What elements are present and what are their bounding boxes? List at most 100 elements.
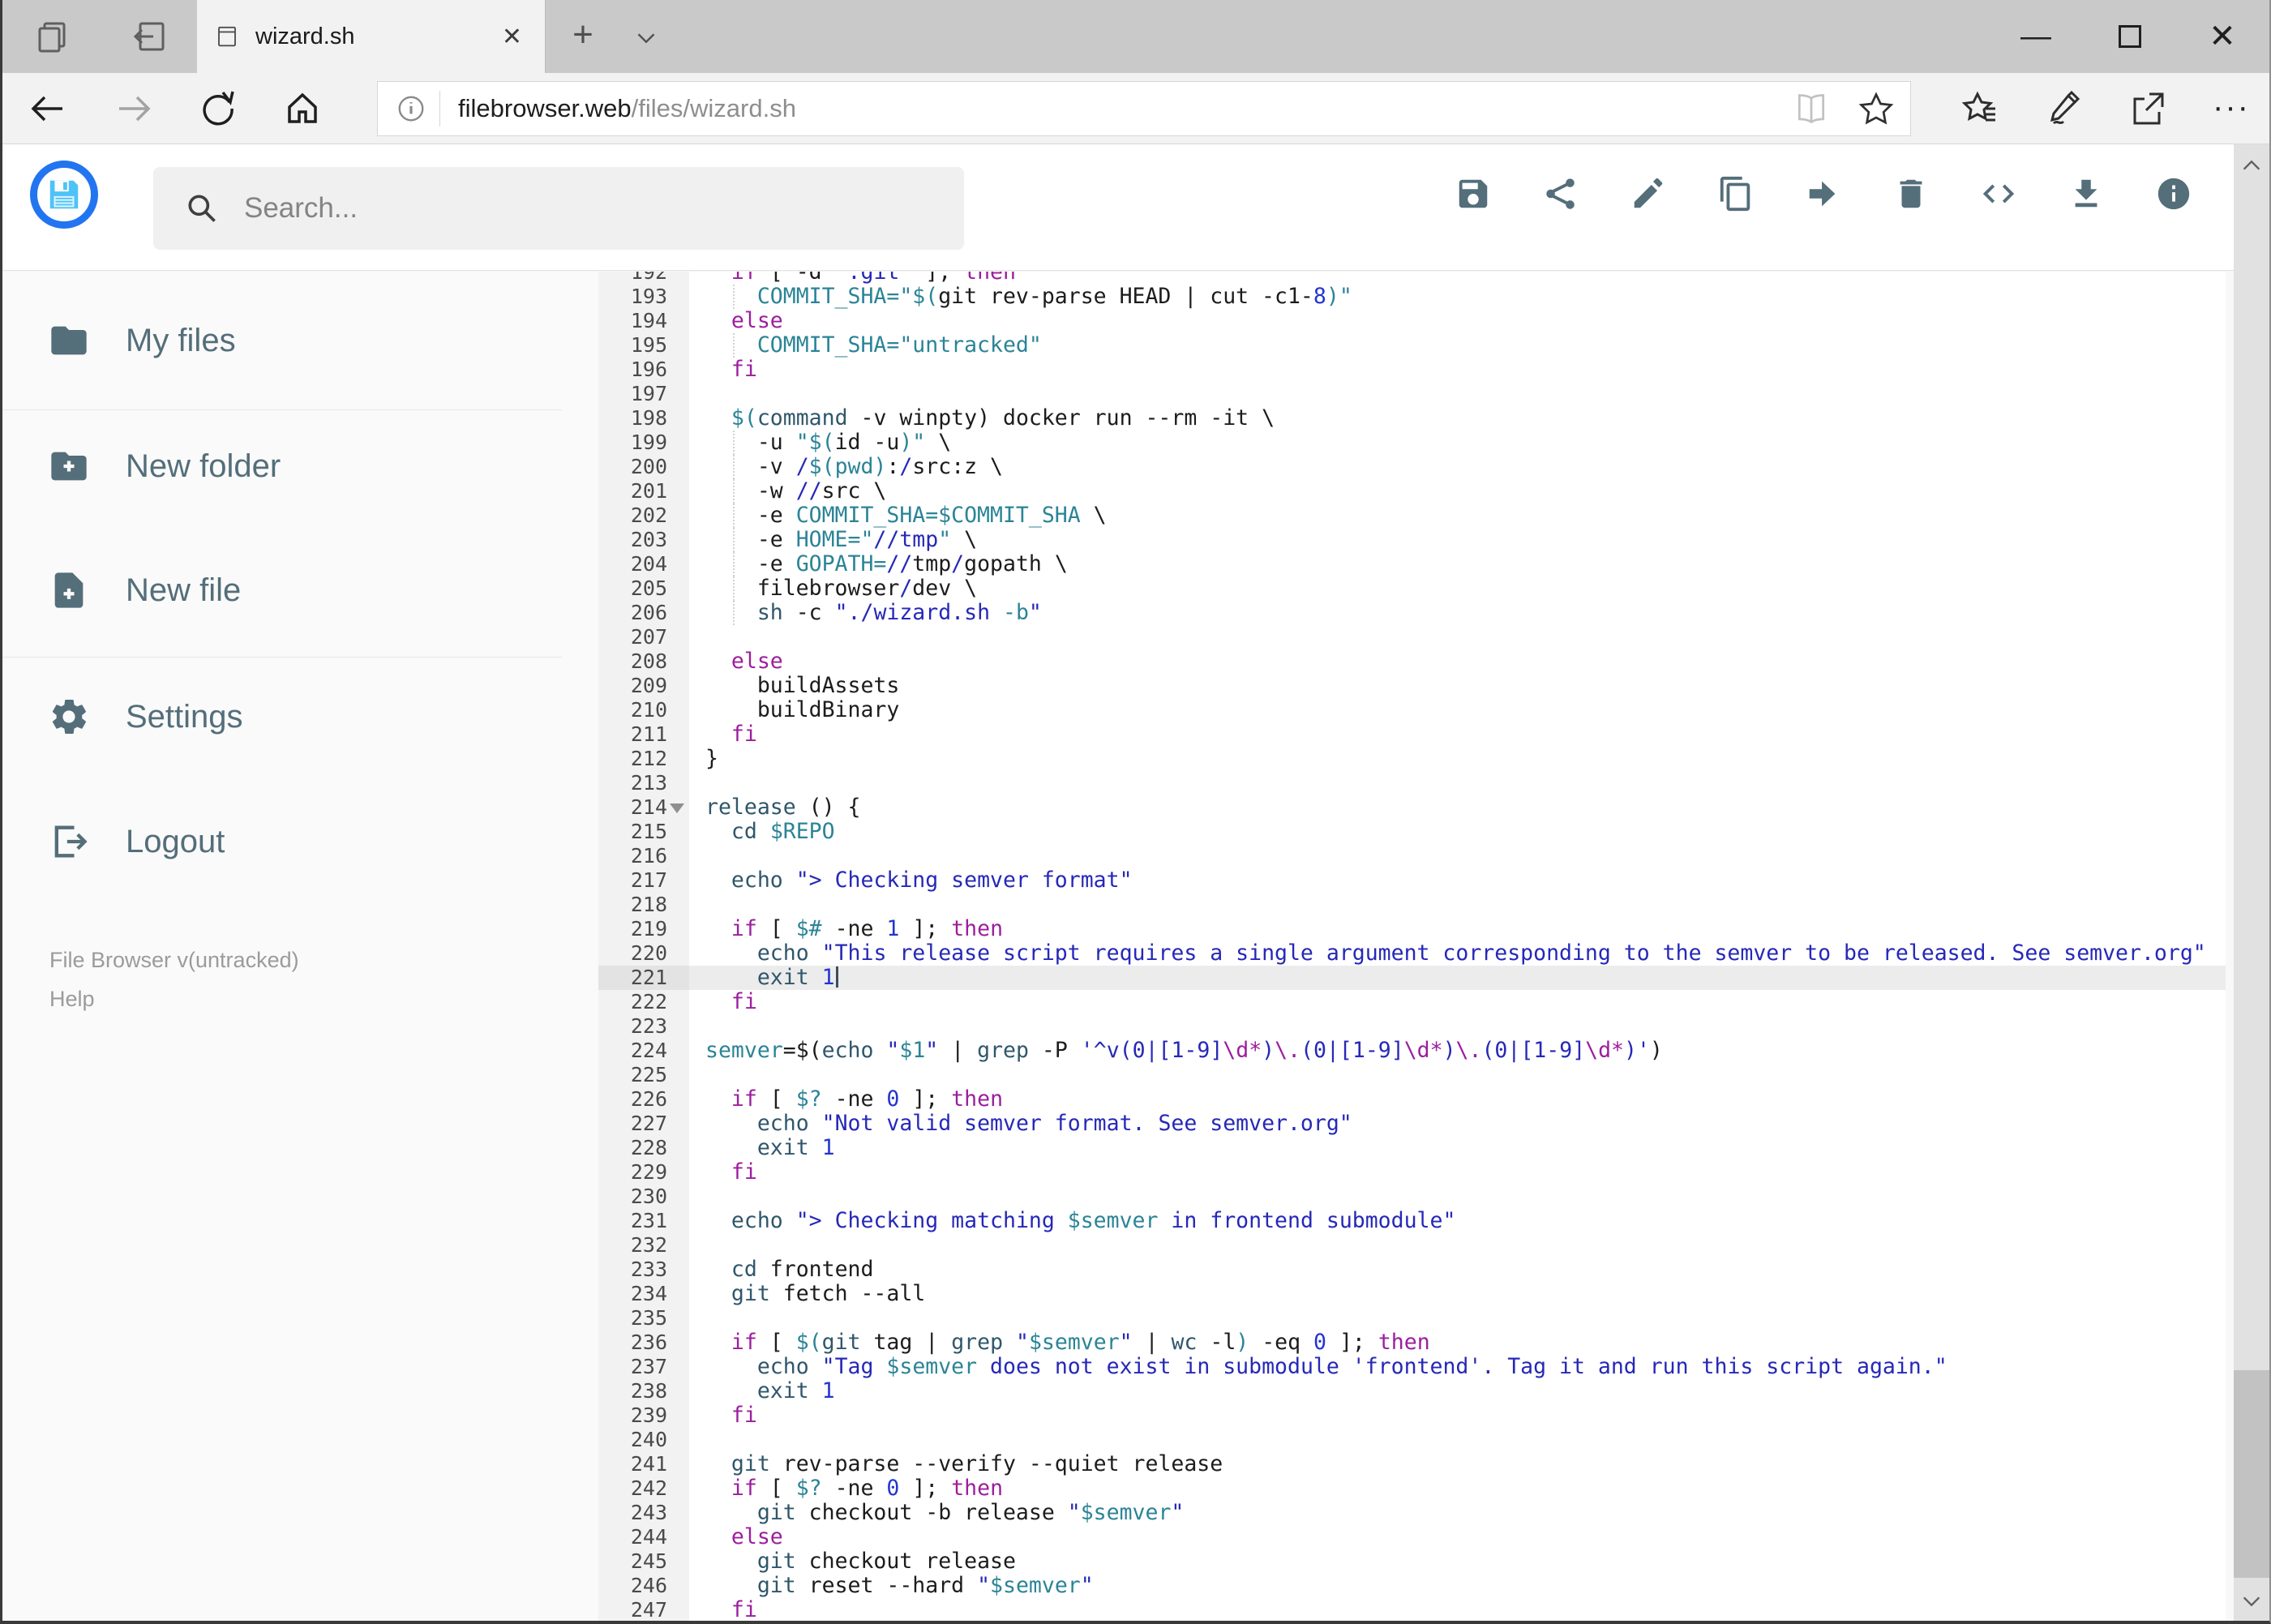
scrollbar-thumb[interactable] — [2234, 1370, 2269, 1578]
code-line[interactable]: 230 — [598, 1185, 2226, 1209]
code-line[interactable]: 233 cd frontend — [598, 1258, 2226, 1282]
code-line[interactable]: 246 git reset --hard "$semver" — [598, 1574, 2226, 1598]
code-line[interactable]: 210 buildBinary — [598, 698, 2226, 722]
favorite-star-icon[interactable] — [1858, 91, 1894, 126]
code-line[interactable]: 207 — [598, 625, 2226, 649]
code-line[interactable]: 236 if [ $(git tag | grep "$semver" | wc… — [598, 1330, 2226, 1355]
code-line[interactable]: 202 -e COMMIT_SHA=$COMMIT_SHA \ — [598, 503, 2226, 528]
more-dots-icon[interactable]: ··· — [2213, 89, 2250, 128]
code-line[interactable]: 212} — [598, 747, 2226, 771]
code-line[interactable]: 218 — [598, 893, 2226, 917]
code-line[interactable]: 215 cd $REPO — [598, 820, 2226, 844]
scroll-down-icon[interactable] — [2240, 1590, 2263, 1613]
home-icon[interactable] — [283, 89, 322, 128]
code-line[interactable]: 241 git rev-parse --verify --quiet relea… — [598, 1452, 2226, 1476]
code-line[interactable]: 229 fi — [598, 1160, 2226, 1185]
fold-arrow-icon[interactable] — [670, 803, 684, 813]
code-line[interactable]: 242 if [ $? -ne 0 ]; then — [598, 1476, 2226, 1501]
code-line[interactable]: 204 -e GOPATH=//tmp/gopath \ — [598, 552, 2226, 576]
code-line[interactable]: 199 -u "$(id -u)" \ — [598, 431, 2226, 455]
code-line[interactable]: 192 if [ -d ".git" ]; then — [598, 272, 2226, 285]
set-tabs-aside-icon[interactable] — [131, 17, 169, 56]
scroll-up-icon[interactable] — [2240, 154, 2263, 177]
code-line[interactable]: 206 sh -c "./wizard.sh -b" — [598, 601, 2226, 625]
code-editor[interactable]: 192 if [ -d ".git" ]; then 193 COMMIT_SHA… — [598, 272, 2226, 1621]
code-line[interactable]: 214 release () { — [598, 795, 2226, 820]
code-line[interactable]: 193 COMMIT_SHA="$(git rev-parse HEAD | c… — [598, 285, 2226, 309]
search-input[interactable] — [242, 191, 932, 225]
refresh-icon[interactable] — [199, 89, 238, 128]
code-line[interactable]: 247 fi — [598, 1598, 2226, 1622]
code-line[interactable]: 203 -e HOME="//tmp" \ — [598, 528, 2226, 552]
move-icon[interactable] — [1805, 175, 1842, 212]
download-icon[interactable] — [2067, 175, 2105, 212]
filebrowser-logo[interactable] — [30, 161, 98, 229]
address-bar[interactable]: filebrowser.web/files/wizard.sh — [377, 81, 1911, 136]
help-link[interactable]: Help — [49, 979, 299, 1018]
code-line[interactable]: 197 — [598, 382, 2226, 406]
web-note-pen-icon[interactable] — [2044, 89, 2083, 128]
new-tab-button[interactable]: + — [560, 15, 606, 55]
share-icon[interactable] — [1542, 175, 1579, 212]
code-line[interactable]: 238 exit 1 — [598, 1379, 2226, 1403]
tab-close-icon[interactable]: ✕ — [497, 23, 527, 51]
code-line[interactable]: 226 if [ $? -ne 0 ]; then — [598, 1087, 2226, 1112]
info-icon[interactable] — [2155, 175, 2192, 212]
save-icon[interactable] — [1455, 175, 1492, 212]
url-text[interactable]: filebrowser.web/files/wizard.sh — [458, 94, 796, 123]
code-line[interactable]: 231 echo "> Checking matching $semver in… — [598, 1209, 2226, 1233]
code-line[interactable]: 224 semver=$(echo "$1" | grep -P '^v(0|[1… — [598, 1039, 2226, 1063]
tab-list-chevron-icon[interactable] — [631, 23, 662, 58]
browser-tab[interactable]: wizard.sh ✕ — [197, 0, 546, 73]
code-line[interactable]: 217 echo "> Checking semver format" — [598, 868, 2226, 893]
code-line[interactable]: 228 exit 1 — [598, 1136, 2226, 1160]
code-line[interactable]: 243 git checkout -b release "$semver" — [598, 1501, 2226, 1525]
code-line[interactable]: 244 else — [598, 1525, 2226, 1549]
tab-preview-icon[interactable] — [33, 17, 72, 56]
code-line[interactable]: 237 echo "Tag $semver does not exist in … — [598, 1355, 2226, 1379]
code-line[interactable]: 234 git fetch --all — [598, 1282, 2226, 1306]
page-scrollbar[interactable] — [2234, 144, 2269, 1621]
code-line[interactable]: 196 fi — [598, 358, 2226, 382]
code-line[interactable]: 220 echo "This release script requires a… — [598, 941, 2226, 966]
code-line[interactable]: 222 fi — [598, 990, 2226, 1014]
reading-view-icon[interactable] — [1793, 91, 1829, 126]
code-line[interactable]: 194 else — [598, 309, 2226, 333]
code-line[interactable]: 221 exit 1 — [598, 966, 2226, 990]
code-line[interactable]: 225 — [598, 1063, 2226, 1087]
code-line[interactable]: 223 — [598, 1014, 2226, 1039]
code-line[interactable]: 205 filebrowser/dev \ — [598, 576, 2226, 601]
code-line[interactable]: 209 buildAssets — [598, 674, 2226, 698]
back-icon[interactable] — [28, 89, 67, 128]
copy-icon[interactable] — [1717, 175, 1755, 212]
hub-icon[interactable] — [1960, 89, 1999, 128]
window-maximize-button[interactable] — [2089, 0, 2170, 73]
sidebar-item-new-file[interactable]: New file — [2, 554, 598, 627]
code-line[interactable]: 201 -w //src \ — [598, 479, 2226, 503]
code-line[interactable]: 216 — [598, 844, 2226, 868]
code-line[interactable]: 245 git checkout release — [598, 1549, 2226, 1574]
code-icon[interactable] — [1980, 175, 2017, 212]
code-line[interactable]: 235 — [598, 1306, 2226, 1330]
sidebar-item-new-folder[interactable]: New folder — [2, 430, 598, 503]
site-info-icon[interactable] — [396, 93, 426, 124]
window-minimize-button[interactable]: — — [1995, 0, 2076, 73]
code-line[interactable]: 208 else — [598, 649, 2226, 674]
code-line[interactable]: 240 — [598, 1428, 2226, 1452]
code-line[interactable]: 227 echo "Not valid semver format. See s… — [598, 1112, 2226, 1136]
search-box[interactable] — [153, 167, 964, 250]
code-line[interactable]: 213 — [598, 771, 2226, 795]
window-close-button[interactable]: ✕ — [2182, 0, 2263, 73]
code-line[interactable]: 195 COMMIT_SHA="untracked" — [598, 333, 2226, 358]
code-line[interactable]: 211 fi — [598, 722, 2226, 747]
code-line[interactable]: 239 fi — [598, 1403, 2226, 1428]
code-line[interactable]: 219 if [ $# -ne 1 ]; then — [598, 917, 2226, 941]
code-line[interactable]: 232 — [598, 1233, 2226, 1258]
sidebar-item-settings[interactable]: Settings — [2, 680, 598, 753]
code-line[interactable]: 198 $(command -v winpty) docker run --rm… — [598, 406, 2226, 431]
forward-icon[interactable] — [114, 89, 153, 128]
code-line[interactable]: 200 -v /$(pwd):/src:z \ — [598, 455, 2226, 479]
edit-icon[interactable] — [1630, 175, 1667, 212]
delete-icon[interactable] — [1892, 175, 1930, 212]
sidebar-item-logout[interactable]: Logout — [2, 805, 598, 878]
